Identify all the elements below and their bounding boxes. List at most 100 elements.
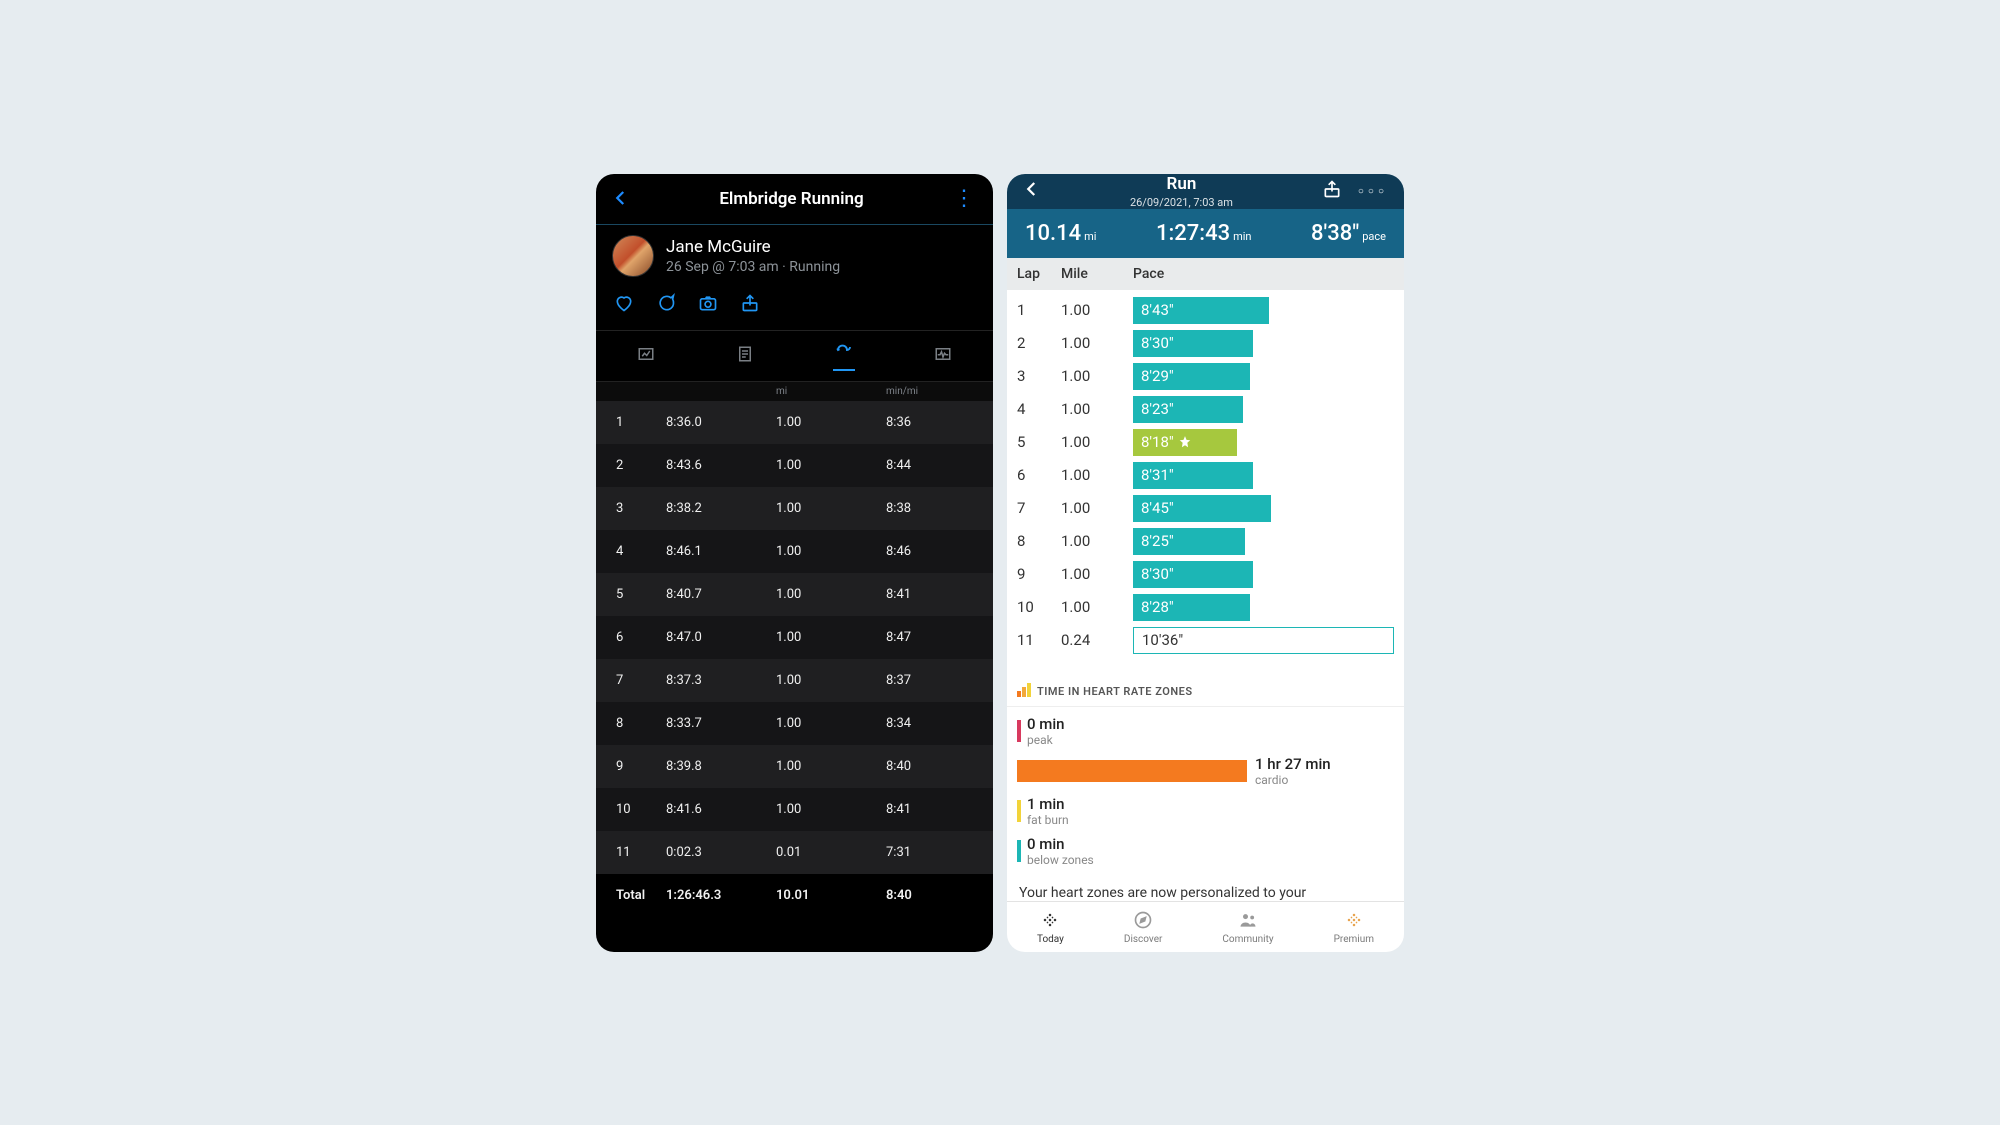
garmin-header: Elmbridge Running ⋮ (596, 174, 993, 224)
split-distance: 1.00 (776, 759, 886, 774)
lap-number: 3 (1017, 367, 1061, 385)
avatar[interactable] (612, 235, 654, 277)
lap-table[interactable]: 1 1.00 8'43"2 1.00 8'30"3 1.00 8'29"4 1.… (1007, 290, 1404, 667)
split-distance: 1.00 (776, 587, 886, 602)
split-row[interactable]: 10 8:41.6 1.00 8:41 (596, 788, 993, 831)
nav-today[interactable]: Today (1037, 910, 1064, 945)
lap-row[interactable]: 7 1.00 8'45" (1017, 492, 1394, 525)
split-row[interactable]: 5 8:40.7 1.00 8:41 (596, 573, 993, 616)
lap-pace-bar: 8'23" (1133, 396, 1243, 423)
lap-pace-bar: 8'43" (1133, 297, 1269, 324)
split-total-row: Total1:26:46.310.018:40 (596, 874, 993, 917)
fitbit-title: Run (1130, 174, 1233, 194)
lap-row[interactable]: 3 1.00 8'29" (1017, 360, 1394, 393)
comment-icon[interactable] (656, 293, 676, 318)
hr-zone-row: 1 minfat burn (1017, 795, 1394, 827)
heart-icon[interactable] (614, 293, 634, 318)
nav-premium[interactable]: Premium (1334, 910, 1374, 945)
user-row[interactable]: Jane McGuire 26 Sep @ 7:03 am · Running (596, 225, 993, 285)
split-row[interactable]: 2 8:43.6 1.00 8:44 (596, 444, 993, 487)
split-row[interactable]: 9 8:39.8 1.00 8:40 (596, 745, 993, 788)
split-row[interactable]: 1 8:36.0 1.00 8:36 (596, 401, 993, 444)
split-row[interactable]: 8 8:33.7 1.00 8:34 (596, 702, 993, 745)
split-distance: 1.00 (776, 458, 886, 473)
split-lap: 2 (596, 458, 666, 473)
garmin-tabs (596, 330, 993, 382)
tab-laps-icon[interactable] (833, 341, 855, 371)
garmin-screen: Elmbridge Running ⋮ Jane McGuire 26 Sep … (596, 174, 993, 952)
lap-row[interactable]: 2 1.00 8'30" (1017, 327, 1394, 360)
lap-row[interactable]: 1 1.00 8'43" (1017, 294, 1394, 327)
tab-hr-icon[interactable] (932, 345, 954, 367)
lap-number: 8 (1017, 532, 1061, 550)
more-horizontal-icon[interactable]: ○○○ (1358, 186, 1388, 197)
camera-icon[interactable] (698, 293, 718, 318)
tab-stats-icon[interactable] (635, 345, 657, 367)
fitbit-subtitle: 26/09/2021, 7:03 am (1130, 196, 1233, 209)
steps-icon (1017, 683, 1031, 700)
lap-mile: 1.00 (1061, 598, 1133, 616)
split-row[interactable]: 7 8:37.3 1.00 8:37 (596, 659, 993, 702)
split-time: 8:40.7 (666, 587, 776, 602)
lap-row[interactable]: 6 1.00 8'31" (1017, 459, 1394, 492)
split-pace: 8:40 (886, 759, 993, 774)
lap-number: 7 (1017, 499, 1061, 517)
lap-number: 10 (1017, 598, 1061, 616)
stat-pace: 8'38"pace (1311, 221, 1386, 246)
lap-row[interactable]: 4 1.00 8'23" (1017, 393, 1394, 426)
splits-table[interactable]: 1 8:36.0 1.00 8:362 8:43.6 1.00 8:443 8:… (596, 401, 993, 952)
lap-number: 9 (1017, 565, 1061, 583)
lap-number: 11 (1017, 631, 1061, 649)
back-chevron-icon[interactable] (1023, 180, 1041, 202)
nav-label: Community (1222, 934, 1273, 945)
lap-number: 6 (1017, 466, 1061, 484)
lap-row[interactable]: 9 1.00 8'30" (1017, 558, 1394, 591)
lap-mile: 1.00 (1061, 433, 1133, 451)
split-pace: 8:44 (886, 458, 993, 473)
split-row[interactable]: 4 8:46.1 1.00 8:46 (596, 530, 993, 573)
nav-label: Premium (1334, 934, 1374, 945)
nav-community[interactable]: Community (1222, 910, 1273, 945)
more-vertical-icon[interactable]: ⋮ (953, 186, 977, 211)
nav-discover[interactable]: Discover (1124, 910, 1163, 945)
nav-label: Today (1037, 934, 1064, 945)
split-lap: 10 (596, 802, 666, 817)
hr-zones: 0 minpeak 1 hr 27 mincardio 1 minfat bur… (1007, 707, 1404, 881)
hr-section-title: TIME IN HEART RATE ZONES (1007, 667, 1404, 707)
hr-message: Your heart zones are now personalized to… (1007, 881, 1404, 901)
hr-zone-row: 1 hr 27 mincardio (1017, 755, 1394, 787)
hr-zone-bar (1017, 760, 1247, 782)
split-time: 8:47.0 (666, 630, 776, 645)
lap-row[interactable]: 8 1.00 8'25" (1017, 525, 1394, 558)
lap-row[interactable]: 10 1.00 8'28" (1017, 591, 1394, 624)
lap-pace-bar: 8'31" (1133, 462, 1253, 489)
lap-pace-bar: 8'25" (1133, 528, 1245, 555)
split-row[interactable]: 6 8:47.0 1.00 8:47 (596, 616, 993, 659)
nav-label: Discover (1124, 934, 1163, 945)
tab-notes-icon[interactable] (734, 345, 756, 367)
share-icon[interactable] (740, 293, 760, 318)
split-row[interactable]: 11 0:02.3 0.01 7:31 (596, 831, 993, 874)
split-time: 8:46.1 (666, 544, 776, 559)
fitbit-screen: Run 26/09/2021, 7:03 am ○○○ 10.14mi 1:27… (1007, 174, 1404, 952)
split-lap: 1 (596, 415, 666, 430)
split-time: 8:41.6 (666, 802, 776, 817)
fitbit-header: Run 26/09/2021, 7:03 am ○○○ (1007, 174, 1404, 209)
split-distance: 1.00 (776, 716, 886, 731)
back-chevron-icon[interactable] (612, 184, 630, 214)
lap-row[interactable]: 11 0.24 10'36" (1017, 624, 1394, 657)
split-distance: 1.00 (776, 415, 886, 430)
garmin-title: Elmbridge Running (719, 189, 863, 209)
lap-pace-bar: 8'30" (1133, 330, 1253, 357)
split-lap: 3 (596, 501, 666, 516)
lap-pace-bar: 8'18" (1133, 429, 1237, 456)
split-pace: 8:46 (886, 544, 993, 559)
lap-row[interactable]: 5 1.00 8'18" (1017, 426, 1394, 459)
split-lap: 7 (596, 673, 666, 688)
share-icon[interactable] (1322, 179, 1342, 203)
split-row[interactable]: 3 8:38.2 1.00 8:38 (596, 487, 993, 530)
split-pace: 8:36 (886, 415, 993, 430)
split-pace: 8:34 (886, 716, 993, 731)
split-time: 8:43.6 (666, 458, 776, 473)
split-distance: 1.00 (776, 501, 886, 516)
